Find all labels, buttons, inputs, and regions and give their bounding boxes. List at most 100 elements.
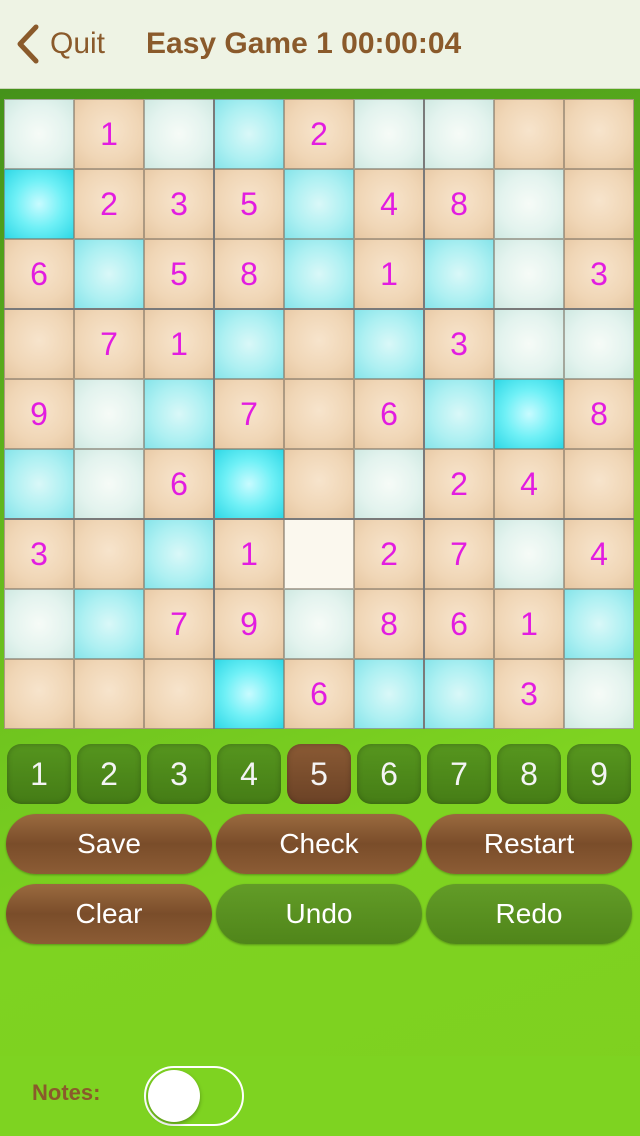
board-cell[interactable] <box>424 239 494 309</box>
board-cell[interactable] <box>214 449 284 519</box>
board-cell[interactable] <box>214 99 284 169</box>
board-cell[interactable]: 4 <box>494 449 564 519</box>
board-cell[interactable] <box>354 659 424 729</box>
board-cell[interactable] <box>354 309 424 379</box>
board-cell[interactable]: 2 <box>354 519 424 589</box>
board-cell[interactable]: 8 <box>564 379 634 449</box>
board-cell[interactable] <box>4 589 74 659</box>
board-cell[interactable]: 8 <box>214 239 284 309</box>
number-key[interactable]: 3 <box>147 744 211 804</box>
board-cell[interactable] <box>564 99 634 169</box>
board-cell[interactable]: 7 <box>144 589 214 659</box>
board-cell[interactable] <box>354 99 424 169</box>
board-cell[interactable]: 3 <box>4 519 74 589</box>
notes-toggle[interactable] <box>144 1066 244 1126</box>
board-cell[interactable]: 9 <box>214 589 284 659</box>
board-cell[interactable]: 2 <box>424 449 494 519</box>
board-cell[interactable] <box>494 169 564 239</box>
block-divider-horizontal <box>4 518 634 520</box>
board-cell[interactable]: 3 <box>494 659 564 729</box>
board-cell[interactable] <box>144 519 214 589</box>
number-key[interactable]: 5 <box>287 744 351 804</box>
block-divider-vertical <box>423 99 425 729</box>
board-cell[interactable] <box>424 659 494 729</box>
board-cell[interactable] <box>564 449 634 519</box>
board-cell[interactable] <box>564 589 634 659</box>
board-cell[interactable] <box>4 449 74 519</box>
board-cell[interactable]: 3 <box>564 239 634 309</box>
board-cell[interactable] <box>74 519 144 589</box>
board-cell[interactable] <box>144 99 214 169</box>
board-cell[interactable]: 7 <box>424 519 494 589</box>
number-key[interactable]: 6 <box>357 744 421 804</box>
board-cell[interactable]: 4 <box>564 519 634 589</box>
board-cell[interactable]: 5 <box>214 169 284 239</box>
board-cell[interactable] <box>284 239 354 309</box>
board-cell[interactable]: 1 <box>494 589 564 659</box>
board-cell[interactable] <box>494 99 564 169</box>
board-cell[interactable] <box>74 449 144 519</box>
board-cell[interactable] <box>494 519 564 589</box>
board-cell[interactable]: 6 <box>4 239 74 309</box>
undo-button[interactable]: Undo <box>216 884 422 944</box>
board-cell[interactable] <box>424 379 494 449</box>
number-key[interactable]: 9 <box>567 744 631 804</box>
number-key[interactable]: 7 <box>427 744 491 804</box>
board-cell[interactable] <box>564 659 634 729</box>
board-cell[interactable]: 1 <box>74 99 144 169</box>
board-cell[interactable] <box>4 99 74 169</box>
board-cell[interactable]: 3 <box>424 309 494 379</box>
board-cell[interactable]: 7 <box>74 309 144 379</box>
board-cell[interactable]: 5 <box>144 239 214 309</box>
save-button[interactable]: Save <box>6 814 212 874</box>
board-cell[interactable]: 9 <box>4 379 74 449</box>
board-cell[interactable] <box>284 589 354 659</box>
board-cell[interactable] <box>144 659 214 729</box>
board-cell[interactable]: 1 <box>354 239 424 309</box>
board-cell[interactable] <box>74 659 144 729</box>
board-cell[interactable]: 1 <box>214 519 284 589</box>
board-cell[interactable] <box>354 449 424 519</box>
board-cell[interactable] <box>4 169 74 239</box>
board-cell[interactable] <box>214 309 284 379</box>
board-cell[interactable]: 6 <box>354 379 424 449</box>
board-cell[interactable]: 3 <box>144 169 214 239</box>
board-cell[interactable] <box>494 239 564 309</box>
board-cell[interactable] <box>424 99 494 169</box>
board-cell[interactable] <box>4 659 74 729</box>
board-cell[interactable] <box>284 169 354 239</box>
board-cell[interactable] <box>74 239 144 309</box>
board-cell[interactable] <box>74 379 144 449</box>
board-cell[interactable] <box>284 519 354 589</box>
board-cell[interactable]: 6 <box>144 449 214 519</box>
board-cell[interactable]: 8 <box>424 169 494 239</box>
board-cell[interactable]: 6 <box>424 589 494 659</box>
number-key[interactable]: 2 <box>77 744 141 804</box>
board-cell[interactable]: 2 <box>74 169 144 239</box>
number-key[interactable]: 8 <box>497 744 561 804</box>
number-key[interactable]: 4 <box>217 744 281 804</box>
board-cell[interactable]: 6 <box>284 659 354 729</box>
board-cell[interactable]: 8 <box>354 589 424 659</box>
redo-button[interactable]: Redo <box>426 884 632 944</box>
check-button[interactable]: Check <box>216 814 422 874</box>
board-cell[interactable]: 4 <box>354 169 424 239</box>
board-cell[interactable]: 2 <box>284 99 354 169</box>
board-cell[interactable] <box>144 379 214 449</box>
board-cell[interactable] <box>214 659 284 729</box>
board-cell[interactable] <box>564 309 634 379</box>
board-cell[interactable] <box>494 309 564 379</box>
board-cell[interactable] <box>494 379 564 449</box>
board-cell[interactable] <box>284 449 354 519</box>
number-key[interactable]: 1 <box>7 744 71 804</box>
clear-button[interactable]: Clear <box>6 884 212 944</box>
board-cell[interactable] <box>564 169 634 239</box>
board-cell[interactable]: 1 <box>144 309 214 379</box>
board-cell[interactable]: 7 <box>214 379 284 449</box>
board-cell[interactable] <box>284 379 354 449</box>
restart-button[interactable]: Restart <box>426 814 632 874</box>
board-cell[interactable] <box>284 309 354 379</box>
quit-button[interactable]: Quit <box>14 22 105 66</box>
board-cell[interactable] <box>4 309 74 379</box>
board-cell[interactable] <box>74 589 144 659</box>
